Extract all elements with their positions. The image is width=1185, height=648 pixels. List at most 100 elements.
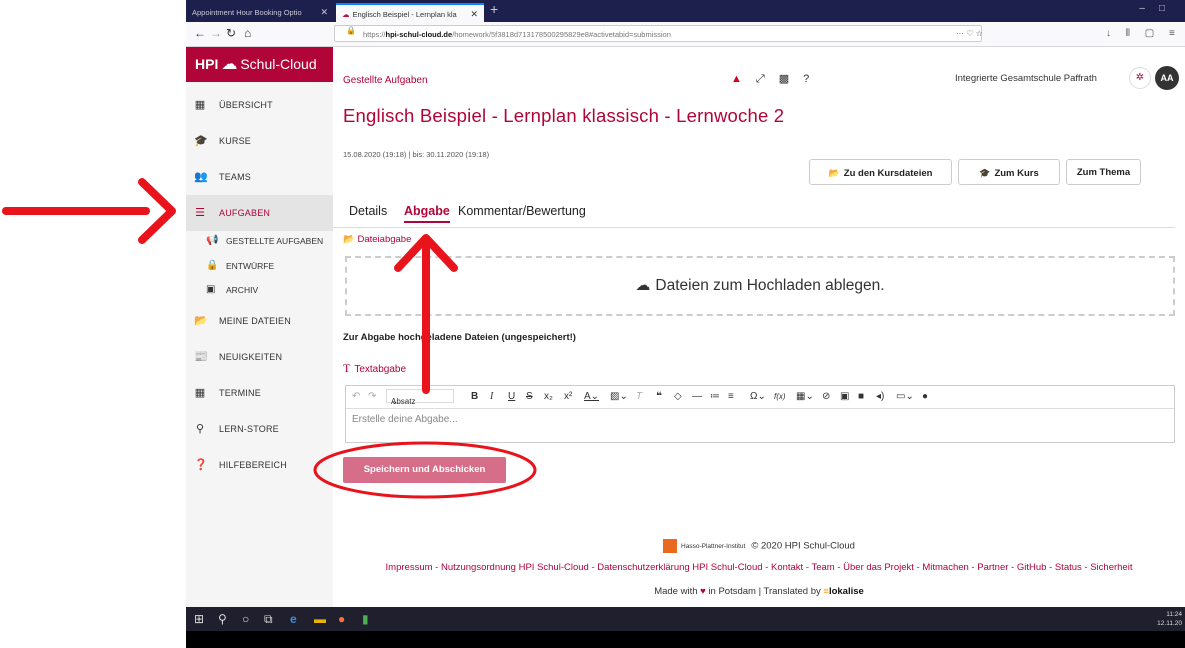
- logo[interactable]: HPI ☁ Schul-Cloud: [186, 47, 333, 82]
- avatar[interactable]: AA: [1155, 66, 1179, 90]
- redo-icon[interactable]: ↷: [368, 391, 376, 402]
- task-view-icon[interactable]: ⧉: [264, 612, 273, 627]
- home-icon[interactable]: ⌂: [244, 26, 251, 40]
- info-icon[interactable]: ●: [922, 391, 928, 402]
- tab-kommentar[interactable]: Kommentar/Bewertung: [458, 204, 586, 218]
- back-icon[interactable]: ←: [194, 26, 206, 40]
- superscript-icon[interactable]: x²: [564, 391, 572, 402]
- numbered-list-icon[interactable]: ≔: [710, 391, 720, 402]
- quote-icon[interactable]: ❝: [656, 391, 662, 402]
- browser-tab-title: Appointment Hour Booking Optio: [192, 8, 302, 17]
- audio-icon[interactable]: ◂): [876, 391, 884, 402]
- cortana-icon[interactable]: ○: [242, 612, 249, 626]
- sidebar-item-label: AUFGABEN: [219, 208, 271, 218]
- browser-tab-booking[interactable]: Appointment Hour Booking Optio ✕: [186, 3, 334, 22]
- sidebar-item-kurse[interactable]: 🎓 KURSE: [186, 123, 333, 159]
- sidebar-item-teams[interactable]: 👥 TEAMS: [186, 159, 333, 195]
- url-bar[interactable]: https://hpi-schul-cloud.de/homework/5f38…: [334, 25, 982, 42]
- page-actions-icon[interactable]: ··· ♡ ☆: [956, 29, 983, 38]
- toolbar-icons[interactable]: ↓ ⫴ ▢ ≡: [1106, 28, 1181, 39]
- underline-icon[interactable]: U: [508, 391, 515, 402]
- strikethrough-icon[interactable]: S: [526, 391, 533, 402]
- sidebar-item-termine[interactable]: ▦ TERMINE: [186, 375, 333, 411]
- lock-icon: 🔒: [346, 26, 356, 35]
- sidebar-subitem-archiv[interactable]: ▣ ARCHIV: [186, 279, 333, 301]
- edge-icon[interactable]: e: [290, 612, 297, 626]
- warning-icon[interactable]: ▲: [731, 73, 742, 85]
- code-icon[interactable]: ◇: [674, 391, 682, 402]
- url-path: /homework/5f3818d713178500295829e8#activ…: [452, 30, 671, 39]
- special-char-icon[interactable]: Ω⌄: [750, 391, 766, 402]
- button-label: Zu den Kursdateien: [843, 168, 933, 179]
- forward-icon[interactable]: →: [210, 26, 222, 40]
- sidebar-item-aufgaben[interactable]: ☰ AUFGABEN: [186, 195, 333, 231]
- embed-icon[interactable]: ▭⌄: [896, 391, 914, 402]
- fullscreen-icon[interactable]: ⤢: [756, 73, 765, 85]
- file-explorer-icon[interactable]: ▬: [314, 612, 326, 626]
- windows-start-icon[interactable]: ⊞: [194, 612, 204, 626]
- reload-icon[interactable]: ↻: [226, 26, 236, 40]
- sidebar-item-lern-store[interactable]: ⚲ LERN-STORE: [186, 411, 333, 447]
- sidebar-subitem-entwuerfe[interactable]: 🔒 ENTWÜRFE: [186, 255, 333, 277]
- qr-code-icon[interactable]: ▩: [779, 73, 789, 85]
- help-icon[interactable]: ?: [803, 73, 809, 85]
- sidebar-item-meine-dateien[interactable]: 📂 MEINE DATEIEN: [186, 303, 333, 339]
- link-icon[interactable]: ⊘: [822, 391, 830, 402]
- breadcrumb[interactable]: Gestellte Aufgaben: [343, 75, 428, 86]
- editor-placeholder[interactable]: Erstelle deine Abgabe...: [352, 414, 458, 425]
- lokalise-link[interactable]: lokalise: [829, 586, 864, 597]
- course-files-button[interactable]: 📂 Zu den Kursdateien: [809, 159, 952, 185]
- document-icon[interactable]: ▮: [362, 612, 369, 626]
- sidebar: HPI ☁ Schul-Cloud ▦ ÜBERSICHT 🎓 KURSE 👥 TE…: [186, 47, 334, 607]
- close-icon[interactable]: ✕: [470, 5, 478, 22]
- bold-icon[interactable]: B: [471, 391, 478, 402]
- school-name[interactable]: Integrierte Gesamtschule Paffrath: [955, 73, 1097, 84]
- save-and-submit-button[interactable]: Speichern und Abschicken: [343, 457, 506, 483]
- video-icon[interactable]: ■: [858, 391, 864, 402]
- screenshot-area: Appointment Hour Booking Optio ✕ ☁ Englis…: [186, 0, 1185, 648]
- folder-icon: 📂: [828, 168, 840, 178]
- sidebar-subitem-gestellte-aufgaben[interactable]: 📢 GESTELLTE AUFGABEN: [186, 230, 333, 252]
- table-icon[interactable]: ▦⌄: [796, 391, 814, 402]
- close-icon[interactable]: ✕: [320, 3, 328, 22]
- bulleted-list-icon[interactable]: ≡: [728, 391, 734, 402]
- browser-tab-english[interactable]: ☁ Englisch Beispiel - Lernplan kla ✕: [336, 3, 484, 22]
- italic-icon[interactable]: I: [490, 391, 493, 402]
- horizontal-line-icon[interactable]: —: [692, 391, 702, 402]
- firefox-icon[interactable]: ●: [338, 612, 345, 626]
- sidebar-item-label: ARCHIV: [226, 285, 259, 295]
- lock-icon: 🔒: [206, 260, 219, 271]
- footer-links[interactable]: Impressum - Nutzungsordnung HPI Schul-Cl…: [333, 562, 1185, 573]
- sidebar-item-neuigkeiten[interactable]: 📰 NEUIGKEITEN: [186, 339, 333, 375]
- sidebar-item-label: HILFEBEREICH: [219, 460, 287, 470]
- tab-details[interactable]: Details: [349, 204, 387, 218]
- taskbar-clock[interactable]: 11:24 12.11.20: [1157, 610, 1182, 628]
- sidebar-item-uebersicht[interactable]: ▦ ÜBERSICHT: [186, 87, 333, 123]
- logo-hpi: HPI: [195, 56, 219, 72]
- text-submission-label: Textabgabe: [354, 364, 407, 375]
- undo-icon[interactable]: ↶: [352, 391, 360, 402]
- topic-button[interactable]: Zum Thema: [1066, 159, 1141, 185]
- header-icons: ▲ ⤢ ▩?: [731, 72, 823, 86]
- course-button[interactable]: 🎓 Zum Kurs: [958, 159, 1060, 185]
- task-dates: 15.08.2020 (19:18) | bis: 30.11.2020 (19…: [343, 150, 490, 159]
- sidebar-item-hilfebereich[interactable]: ❓ HILFEBEREICH: [186, 447, 333, 483]
- clear-format-icon[interactable]: T: [636, 391, 642, 402]
- window-controls[interactable]: –□: [1139, 3, 1179, 14]
- potsdam-text: in Potsdam | Translated by: [708, 586, 821, 597]
- subscript-icon[interactable]: x₂: [544, 391, 553, 402]
- search-icon[interactable]: ⚲: [218, 612, 227, 626]
- formula-icon[interactable]: f(x): [774, 392, 786, 401]
- annotation-arrow-right: [2, 178, 176, 244]
- image-icon[interactable]: ▣: [840, 391, 849, 402]
- format-select[interactable]: Absatz ⌄: [386, 389, 454, 406]
- highlight-icon[interactable]: ▨⌄: [610, 391, 628, 402]
- tab-abgabe[interactable]: Abgabe: [404, 204, 450, 223]
- font-color-icon[interactable]: A⌄: [584, 391, 599, 402]
- new-tab-icon[interactable]: +: [490, 1, 498, 17]
- archive-icon: ▣: [206, 284, 216, 295]
- file-dropzone[interactable]: ☁ Dateien zum Hochladen ablegen.: [345, 256, 1175, 316]
- question-icon: ❓: [194, 459, 208, 471]
- chevron-down-icon: ⌄: [391, 397, 398, 406]
- heart-icon: ♥: [700, 586, 706, 597]
